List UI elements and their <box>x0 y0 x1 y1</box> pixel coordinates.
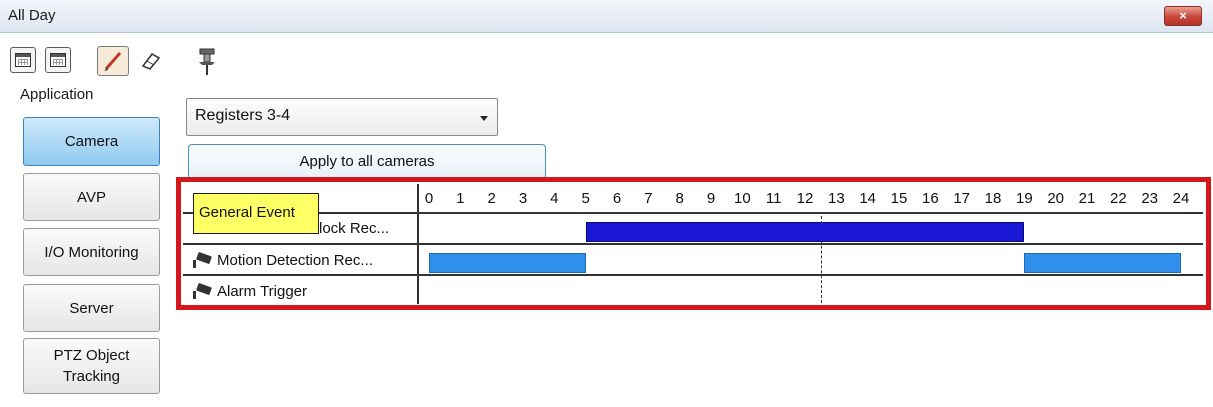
hour-label: 19 <box>1015 190 1033 207</box>
hour-label: 4 <box>550 190 559 207</box>
hour-label: 0 <box>424 190 434 207</box>
pencil-icon[interactable] <box>97 46 129 76</box>
window-title: All Day <box>8 7 56 24</box>
hour-label: 24 <box>1172 190 1190 207</box>
hour-label: 1 <box>456 190 465 207</box>
schedule-bar[interactable] <box>1024 253 1181 273</box>
camera-icon <box>193 252 212 268</box>
application-label: Application <box>20 86 94 103</box>
sidebar-item-avp[interactable]: AVP <box>23 173 160 221</box>
row-label-alarm-trigger[interactable]: Alarm Trigger <box>191 282 307 300</box>
hour-label: 8 <box>675 190 684 207</box>
hour-label: 14 <box>859 190 876 207</box>
schedule-grid[interactable]: Block Rec... Motion Detection Rec... Ala… <box>176 177 1211 310</box>
register-select[interactable]: Registers 3-4 <box>186 98 498 136</box>
row-label-block-rec[interactable]: Block Rec... <box>309 220 389 237</box>
camera-icon <box>193 283 212 299</box>
row-label-text: Alarm Trigger <box>217 282 308 300</box>
apply-to-all-cameras-button[interactable]: Apply to all cameras <box>188 144 546 178</box>
eraser-icon[interactable] <box>140 51 162 71</box>
hour-ticks <box>426 212 1186 214</box>
hour-label: 15 <box>890 190 908 207</box>
hour-label: 9 <box>706 190 716 207</box>
hour-label: 5 <box>581 190 590 207</box>
register-select-value: Registers 3-4 <box>195 107 291 124</box>
title-bar: All Day × <box>0 0 1213 33</box>
all-day-window: All Day × Application Camera AVP I/O Mon… <box>0 0 1213 407</box>
hour-label: 18 <box>984 190 1002 207</box>
general-event-tooltip: General Event <box>193 193 319 234</box>
sidebar-item-server[interactable]: Server <box>23 284 160 332</box>
row-label-text: Block Rec... <box>309 220 390 237</box>
hour-label: 16 <box>921 190 939 207</box>
sidebar-item-io-monitoring[interactable]: I/O Monitoring <box>23 228 160 276</box>
hour-label: 6 <box>612 190 622 207</box>
hour-label: 7 <box>644 190 653 207</box>
hour-label: 12 <box>796 190 814 207</box>
hour-label: 10 <box>733 190 751 207</box>
calendar-alt-icon[interactable] <box>45 47 71 73</box>
row-label-text: Motion Detection Rec... <box>217 251 373 269</box>
hour-label: 3 <box>518 190 528 207</box>
hour-label: 20 <box>1047 190 1064 207</box>
hour-label: 11 <box>765 190 782 207</box>
schedule-bar[interactable] <box>585 222 1025 242</box>
schedule-bar[interactable] <box>429 253 586 273</box>
hour-label: 21 <box>1078 190 1096 207</box>
sidebar-item-camera[interactable]: Camera <box>23 117 160 166</box>
row-label-motion-detection[interactable]: Motion Detection Rec... <box>191 251 373 269</box>
pin-icon[interactable] <box>196 47 218 77</box>
hour-label: 2 <box>487 190 496 207</box>
close-button[interactable]: × <box>1164 6 1202 26</box>
sidebar-item-ptz-object-tracking[interactable]: PTZ Object Tracking <box>23 338 160 394</box>
toolbar <box>0 37 1213 77</box>
grid-row-line <box>183 243 1203 245</box>
hour-label: 17 <box>953 190 970 207</box>
chevron-down-icon <box>480 116 488 121</box>
hour-label: 22 <box>1109 190 1127 207</box>
hour-label: 13 <box>827 190 845 207</box>
hour-label: 23 <box>1141 190 1158 207</box>
grid-row-line <box>183 274 1203 276</box>
calendar-icon[interactable] <box>10 47 36 73</box>
